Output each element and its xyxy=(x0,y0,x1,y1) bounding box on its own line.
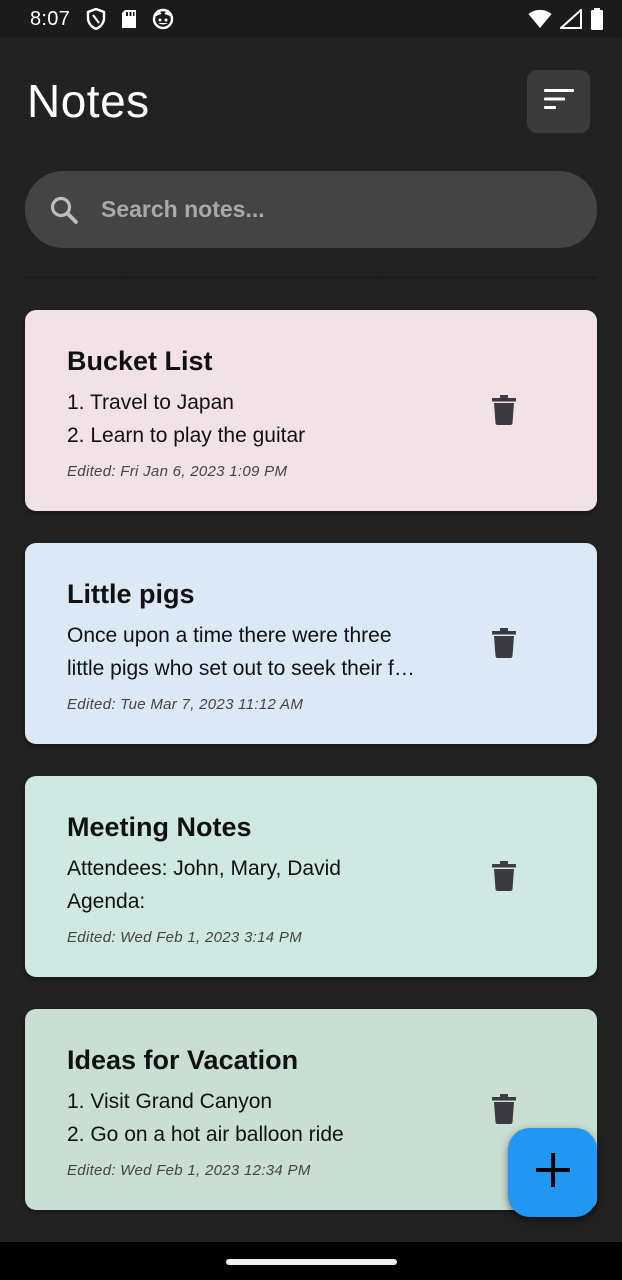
note-preview-line: 1. Travel to Japan xyxy=(67,391,234,414)
trash-icon xyxy=(492,1093,516,1129)
search-icon xyxy=(49,195,79,225)
navigation-bar xyxy=(0,1242,622,1280)
note-preview-line: Once upon a time there were three xyxy=(67,624,392,647)
trash-icon xyxy=(492,627,516,663)
status-right-icons xyxy=(528,8,604,30)
search-input[interactable] xyxy=(101,196,521,223)
note-preview: 1. Visit Grand Canyon 2. Go on a hot air… xyxy=(67,1085,437,1151)
scroll-edge xyxy=(25,276,597,282)
battery-icon xyxy=(590,8,604,30)
add-note-button[interactable] xyxy=(508,1128,597,1217)
status-time: 8:07 xyxy=(30,7,71,30)
note-preview-line: Attendees: John, Mary, David xyxy=(67,857,341,880)
note-preview: Attendees: John, Mary, David Agenda: xyxy=(67,852,437,918)
home-indicator[interactable] xyxy=(226,1259,397,1265)
delete-note-button[interactable] xyxy=(487,625,521,665)
note-card[interactable]: Bucket List 1. Travel to Japan 2. Learn … xyxy=(25,310,597,511)
note-title: Ideas for Vacation xyxy=(67,1045,299,1075)
status-left-icons xyxy=(86,8,174,30)
note-edited-date: Edited: Tue Mar 7, 2023 11:12 AM xyxy=(67,696,304,713)
note-preview-line: 2. Go on a hot air balloon ride xyxy=(67,1123,344,1146)
shield-icon xyxy=(86,8,106,30)
sort-icon xyxy=(543,88,574,115)
sd-card-icon xyxy=(120,9,138,29)
delete-note-button[interactable] xyxy=(487,1091,521,1131)
wifi-icon xyxy=(528,9,552,29)
note-title: Bucket List xyxy=(67,346,213,376)
note-preview: Once upon a time there were three little… xyxy=(67,619,437,685)
note-edited-date: Edited: Wed Feb 1, 2023 3:14 PM xyxy=(67,929,302,946)
note-preview-line: little pigs who set out to seek their f… xyxy=(67,657,415,680)
status-bar: 8:07 xyxy=(0,0,622,38)
note-edited-date: Edited: Fri Jan 6, 2023 1:09 PM xyxy=(67,463,288,480)
note-preview-line: 1. Visit Grand Canyon xyxy=(67,1090,273,1113)
note-title: Meeting Notes xyxy=(67,812,252,842)
note-edited-date: Edited: Wed Feb 1, 2023 12:34 PM xyxy=(67,1162,311,1179)
plus-icon xyxy=(534,1151,572,1194)
note-preview: 1. Travel to Japan 2. Learn to play the … xyxy=(67,386,437,452)
note-preview-line: Agenda: xyxy=(67,890,146,913)
cat-face-icon xyxy=(152,8,174,30)
delete-note-button[interactable] xyxy=(487,392,521,432)
sort-button[interactable] xyxy=(527,70,590,133)
trash-icon xyxy=(492,394,516,430)
note-title: Little pigs xyxy=(67,579,195,609)
cell-signal-icon xyxy=(560,9,582,29)
delete-note-button[interactable] xyxy=(487,858,521,898)
note-preview-line: 2. Learn to play the guitar xyxy=(67,424,306,447)
note-card[interactable]: Meeting Notes Attendees: John, Mary, Dav… xyxy=(25,776,597,977)
trash-icon xyxy=(492,860,516,896)
page-title: Notes xyxy=(27,75,150,127)
note-card[interactable]: Little pigs Once upon a time there were … xyxy=(25,543,597,744)
search-bar[interactable] xyxy=(25,171,597,248)
